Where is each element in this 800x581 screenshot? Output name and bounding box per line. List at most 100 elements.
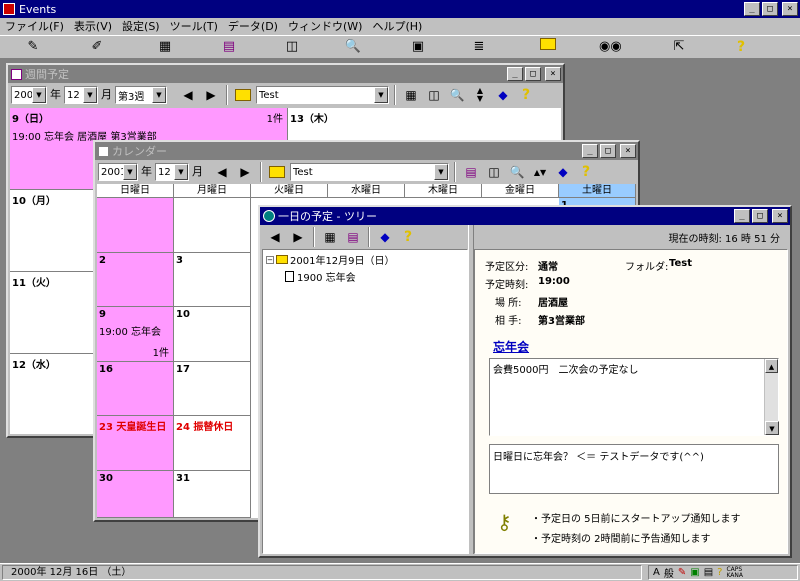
cal-cell-day-16[interactable]: 16 [97,362,174,416]
event-title-link[interactable]: 忘年会 [493,338,529,355]
tag-icon[interactable]: ◆ [375,227,395,247]
cal-cell-day-10[interactable]: 10 [174,307,251,362]
weekday-mon: 月曜日 [174,184,251,197]
ime-tool-icon[interactable]: ✎ [678,567,686,578]
calendar-month-select[interactable]: 12 ▼ [155,163,189,181]
tag-icon[interactable]: ◆ [553,162,573,182]
book-icon[interactable]: ▣ [407,37,429,57]
daily-titlebar: 一日の予定 - ツリー _ □ × [260,207,790,225]
weekly-icon[interactable]: ▤ [218,37,240,57]
prev-month-icon[interactable]: ◀ [212,162,232,182]
prev-week-icon[interactable]: ◀ [178,85,198,105]
export-icon[interactable]: ⇱ [668,37,690,57]
weekly-icon[interactable]: ▤ [343,227,363,247]
weekly-year-select[interactable]: 2001 ▼ [11,86,47,104]
spin-icon[interactable]: ▲▼ [530,162,550,182]
daily-icon[interactable]: ◫ [424,85,444,105]
cal-cell-day-17[interactable]: 17 [174,362,251,416]
cal-cell-empty[interactable] [97,198,174,253]
calendar-folder-select[interactable]: Test ▼ [290,163,449,181]
ime-mode-icon[interactable]: A [653,567,660,578]
status-bar: 2000年 12月 16日 （土） A 般 ✎ ▣ ▤ ? CAPS KANA [0,563,800,581]
binoculars-icon[interactable]: ◉◉ [599,37,622,57]
notice-advance: ・予定時刻の 2時間前に予告通知します [531,534,711,545]
next-month-icon[interactable]: ▶ [235,162,255,182]
menu-tools[interactable]: ツール(T) [165,18,223,35]
cal-cell-day-3[interactable]: 3 [174,253,251,307]
weekly-close-button[interactable]: × [545,67,561,81]
next-week-icon[interactable]: ▶ [201,85,221,105]
daily-icon[interactable]: ◫ [484,162,504,182]
edit-icon[interactable]: ✎ [22,37,44,57]
menu-file[interactable]: ファイル(F) [0,18,69,35]
comment-box[interactable]: 日曜日に忘年会？ ＜＝ テストデータです(^^) [489,444,779,494]
calendar-close-button[interactable]: × [620,144,636,158]
weekly-maximize-button[interactable]: □ [525,67,541,81]
search-icon[interactable]: 🔍 [342,37,364,57]
ime-pad-icon[interactable]: ▤ [704,567,713,578]
folder-icon[interactable] [267,162,287,182]
calendar-titlebar: カレンダー _ □ × [95,142,638,160]
calendar-icon[interactable]: ▦ [154,37,176,57]
help-icon[interactable]: ? [398,227,418,247]
calendar-icon[interactable]: ▦ [401,85,421,105]
menu-data[interactable]: データ(D) [223,18,283,35]
ime-help-icon[interactable]: ? [717,567,722,578]
memo-textarea[interactable]: 会費5000円 二次会の予定なし ▲ ▼ [489,358,779,436]
tree-item[interactable]: 1900 忘年会 [263,269,467,284]
weekly-month-select[interactable]: 12 ▼ [64,86,98,104]
tag-icon[interactable]: ◆ [493,85,513,105]
minimize-button[interactable]: _ [744,2,760,16]
daily-maximize-button[interactable]: □ [752,209,768,223]
collapse-icon[interactable]: − [266,255,274,264]
scroll-up-icon[interactable]: ▲ [765,359,778,373]
menu-view[interactable]: 表示(V) [69,18,117,35]
scroll-down-icon[interactable]: ▼ [765,421,779,435]
next-day-icon[interactable]: ▶ [288,227,308,247]
partner-value: 第3営業部 [538,316,585,327]
cal-cell-day-24[interactable]: 24 振替休日 [174,416,251,471]
cal-cell-day-9[interactable]: 9 19:00 忘年会 1件 [97,307,174,362]
folder-icon[interactable] [233,85,253,105]
menu-help[interactable]: ヘルプ(H) [367,18,427,35]
daily-minimize-button[interactable]: _ [734,209,750,223]
calendar-maximize-button[interactable]: □ [600,144,616,158]
weekly-icon[interactable]: ▤ [461,162,481,182]
partner-label: 相 手: [495,316,522,327]
memo-scrollbar[interactable]: ▲ ▼ [764,359,779,435]
calendar-minimize-button[interactable]: _ [582,144,598,158]
memo-icon[interactable]: ≣ [468,37,490,57]
maximize-button[interactable]: □ [762,2,778,16]
search-icon[interactable]: 🔍 [507,162,527,182]
ime-kanji[interactable]: 般 [664,565,674,580]
help-icon[interactable]: ? [730,37,752,57]
notice-startup: ・予定日の 5日前にスタートアップ通知します [531,514,741,525]
folder-icon[interactable] [537,37,559,57]
weekly-folder-select[interactable]: Test ▼ [256,86,389,104]
cal-cell-day-23[interactable]: 23 天皇誕生日 [97,416,174,471]
daily-close-button[interactable]: × [772,209,788,223]
help-icon[interactable]: ? [516,85,536,105]
daily-icon[interactable]: ◫ [281,37,303,57]
cal-cell-day-31[interactable]: 31 [174,471,251,518]
menu-window[interactable]: ウィンドウ(W) [283,18,367,35]
pencil-icon[interactable]: ✐ [86,37,108,57]
cal-cell-empty[interactable] [174,198,251,253]
search-icon[interactable]: 🔍 [447,85,467,105]
weekly-minimize-button[interactable]: _ [507,67,523,81]
help-icon[interactable]: ? [576,162,596,182]
spin-icon[interactable]: ▲▼ [470,85,490,105]
calendar-year-select[interactable]: 2001 ▼ [98,163,138,181]
weekday-thu: 木曜日 [405,184,482,197]
calendar-icon[interactable]: ▦ [320,227,340,247]
event-item[interactable]: 19:00 忘年会 [99,323,171,338]
menu-settings[interactable]: 設定(S) [117,18,165,35]
weekday-tue: 火曜日 [251,184,328,197]
close-button[interactable]: × [782,2,798,16]
tree-root[interactable]: − 2001年12月9日（日） [263,250,467,269]
ime-dict-icon[interactable]: ▣ [690,567,699,578]
prev-day-icon[interactable]: ◀ [265,227,285,247]
cal-cell-day-2[interactable]: 2 [97,253,174,307]
cal-cell-day-30[interactable]: 30 [97,471,174,518]
weekly-week-select[interactable]: 第3週 ▼ [115,86,167,104]
